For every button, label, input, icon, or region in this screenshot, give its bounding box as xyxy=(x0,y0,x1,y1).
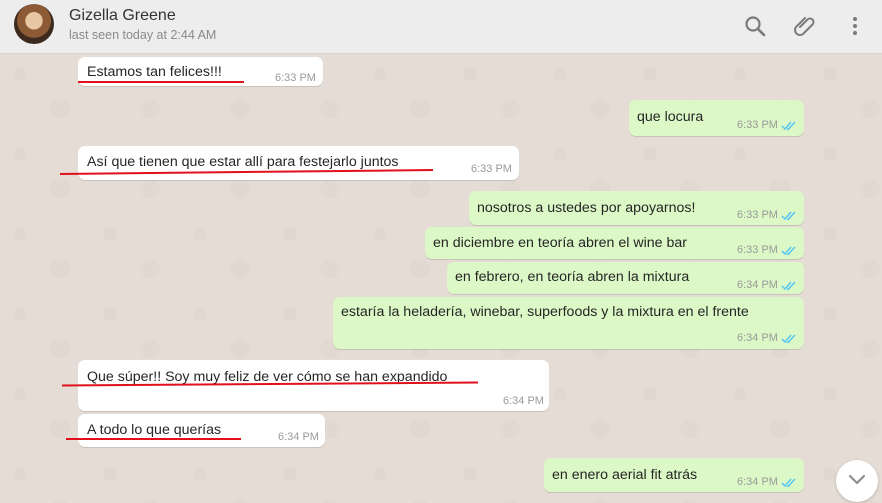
double-check-icon xyxy=(781,478,796,488)
message-time: 6:34 PM xyxy=(278,431,319,443)
chat-header: Gizella Greene last seen today at 2:44 A… xyxy=(0,0,882,54)
message-text: A todo lo que querías xyxy=(87,422,222,438)
menu-icon[interactable] xyxy=(843,14,867,38)
message-text: en febrero, en teoría abren la mixtura xyxy=(455,269,690,285)
message-outgoing[interactable]: en febrero, en teoría abren la mixtura 6… xyxy=(447,262,804,294)
chevron-down-icon xyxy=(848,474,866,485)
message-time: 6:34 PM xyxy=(737,476,778,488)
double-check-icon xyxy=(781,246,796,256)
annotation-underline xyxy=(78,81,244,83)
message-outgoing[interactable]: en enero aerial fit atrás 6:34 PM xyxy=(544,458,804,492)
message-time: 6:33 PM xyxy=(275,72,316,84)
message-incoming[interactable]: Así que tienen que estar allí para feste… xyxy=(78,146,519,180)
contact-avatar[interactable] xyxy=(14,4,54,44)
annotation-underline xyxy=(66,438,241,440)
message-time: 6:33 PM xyxy=(737,119,778,131)
message-text: nosotros a ustedes por apoyarnos! xyxy=(477,200,696,216)
message-outgoing[interactable]: que locura 6:33 PM xyxy=(629,100,804,136)
double-check-icon xyxy=(781,121,796,131)
message-outgoing[interactable]: en diciembre en teoría abren el wine bar… xyxy=(425,227,804,259)
message-outgoing[interactable]: estaría la heladería, winebar, superfood… xyxy=(333,297,804,349)
message-time: 6:33 PM xyxy=(737,244,778,256)
contact-name[interactable]: Gizella Greene xyxy=(69,7,176,25)
last-seen-status: last seen today at 2:44 AM xyxy=(69,28,217,42)
message-text: Estamos tan felices!!! xyxy=(87,64,222,80)
double-check-icon xyxy=(781,334,796,344)
search-icon[interactable] xyxy=(743,14,767,38)
message-text: Así que tienen que estar allí para feste… xyxy=(87,154,399,170)
message-list[interactable]: Estamos tan felices!!! 6:33 PM que locur… xyxy=(0,54,882,503)
message-outgoing[interactable]: nosotros a ustedes por apoyarnos! 6:33 P… xyxy=(469,191,804,225)
message-time: 6:34 PM xyxy=(503,395,544,407)
scroll-to-bottom-button[interactable] xyxy=(836,460,878,502)
attach-icon[interactable] xyxy=(793,14,817,38)
message-text: que locura xyxy=(637,109,704,125)
message-text: en enero aerial fit atrás xyxy=(552,467,698,483)
message-text: estaría la heladería, winebar, superfood… xyxy=(341,304,749,320)
message-time: 6:34 PM xyxy=(737,332,778,344)
message-time: 6:33 PM xyxy=(737,209,778,221)
message-time: 6:34 PM xyxy=(737,279,778,291)
double-check-icon xyxy=(781,211,796,221)
message-text: en diciembre en teoría abren el wine bar xyxy=(433,235,687,251)
message-incoming[interactable]: A todo lo que querías 6:34 PM xyxy=(78,414,325,447)
message-time: 6:33 PM xyxy=(471,163,512,175)
double-check-icon xyxy=(781,281,796,291)
